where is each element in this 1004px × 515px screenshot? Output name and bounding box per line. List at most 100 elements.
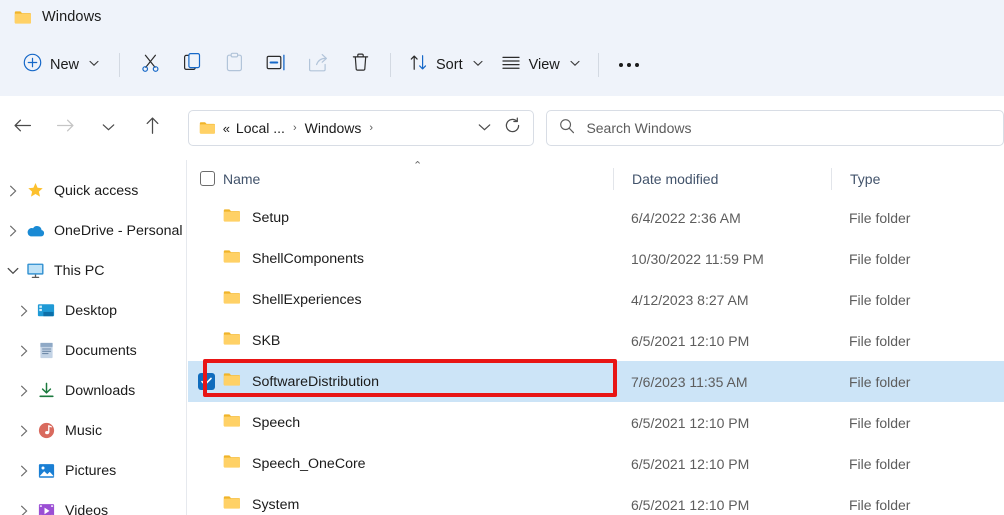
address-dropdown-button[interactable]: [471, 119, 497, 137]
row-name-label: Speech: [252, 415, 300, 431]
new-button-label: New: [50, 57, 79, 73]
documents-icon: [35, 342, 57, 360]
breadcrumb-separator[interactable]: ›: [361, 122, 381, 134]
breadcrumb-separator[interactable]: ›: [285, 122, 305, 134]
sidebar-item-music[interactable]: Music: [2, 415, 181, 446]
refresh-button[interactable]: [497, 117, 527, 139]
sidebar-item-label: Music: [65, 423, 102, 439]
title-bar: Windows: [0, 0, 1004, 34]
folder-icon: [223, 290, 241, 310]
select-all-checkbox[interactable]: [188, 171, 222, 186]
row-name-label: System: [252, 497, 299, 513]
arrow-left-icon: [13, 117, 32, 139]
row-type: File folder: [831, 497, 1004, 513]
rename-button[interactable]: [255, 47, 297, 83]
chevron-right-icon[interactable]: [2, 185, 24, 197]
search-input[interactable]: Search Windows: [586, 120, 691, 136]
table-row[interactable]: Setup 6/4/2022 2:36 AM File folder: [188, 197, 1004, 238]
share-icon: [307, 52, 329, 78]
sidebar-item-label: Desktop: [65, 303, 117, 319]
chevron-right-icon[interactable]: [13, 345, 35, 357]
sidebar-item-quick-access[interactable]: Quick access: [2, 175, 181, 206]
row-name-label: Setup: [252, 210, 289, 226]
row-type: File folder: [831, 210, 1004, 226]
chevron-right-icon[interactable]: [13, 505, 35, 515]
column-header-name[interactable]: Name: [222, 171, 613, 187]
sidebar-item-downloads[interactable]: Downloads: [2, 375, 181, 406]
table-row[interactable]: SKB 6/5/2021 12:10 PM File folder: [188, 320, 1004, 361]
row-name-label: Speech_OneCore: [252, 456, 366, 472]
table-row[interactable]: ShellComponents 10/30/2022 11:59 PM File…: [188, 238, 1004, 279]
search-icon: [559, 118, 575, 139]
sidebar-item-videos[interactable]: Videos: [2, 495, 181, 515]
chevron-down-icon: [570, 60, 580, 70]
folder-icon: [223, 413, 241, 433]
folder-icon: [14, 10, 32, 25]
row-checkbox[interactable]: [188, 373, 222, 390]
chevron-right-icon[interactable]: [2, 225, 24, 237]
row-date-modified: 4/12/2023 8:27 AM: [613, 292, 831, 308]
column-header-type[interactable]: Type: [831, 168, 1004, 190]
table-row[interactable]: System 6/5/2021 12:10 PM File folder: [188, 484, 1004, 515]
view-button-label: View: [529, 57, 560, 73]
sidebar-item-this-pc[interactable]: This PC: [2, 255, 181, 286]
videos-icon: [35, 502, 57, 515]
folder-icon: [223, 331, 241, 351]
toolbar-divider: [119, 53, 120, 77]
row-date-modified: 6/5/2021 12:10 PM: [613, 415, 831, 431]
sort-button[interactable]: Sort: [400, 47, 492, 83]
chevron-right-icon[interactable]: [13, 425, 35, 437]
cut-button[interactable]: [129, 47, 171, 83]
recent-locations-button[interactable]: [94, 113, 123, 143]
table-row[interactable]: Speech_OneCore 6/5/2021 12:10 PM File fo…: [188, 443, 1004, 484]
folder-icon: [223, 208, 241, 228]
chevron-right-icon[interactable]: [13, 305, 35, 317]
toolbar-divider-3: [598, 53, 599, 77]
copy-button[interactable]: [171, 47, 213, 83]
new-button[interactable]: New: [14, 47, 110, 83]
chevron-down-icon[interactable]: [2, 267, 24, 275]
scissors-icon: [140, 52, 161, 78]
table-row[interactable]: Speech 6/5/2021 12:10 PM File folder: [188, 402, 1004, 443]
sidebar-item-desktop[interactable]: Desktop: [2, 295, 181, 326]
pictures-icon: [35, 462, 57, 480]
sidebar-item-label: OneDrive - Personal: [54, 223, 183, 239]
row-date-modified: 10/30/2022 11:59 PM: [613, 251, 831, 267]
sidebar-item-label: Quick access: [54, 183, 138, 199]
row-name-cell: Speech: [222, 413, 613, 433]
chevron-down-icon: [102, 119, 115, 137]
delete-button[interactable]: [339, 47, 381, 83]
checkbox-icon: [200, 171, 215, 186]
file-explorer-window: Windows New: [0, 0, 1004, 515]
download-icon: [35, 382, 57, 400]
row-type: File folder: [831, 251, 1004, 267]
column-header-date-modified[interactable]: Date modified: [613, 168, 831, 190]
ellipsis-icon: [619, 63, 639, 67]
breadcrumb-overflow[interactable]: «: [223, 121, 236, 136]
more-options-button[interactable]: [608, 47, 650, 83]
breadcrumb-item-local[interactable]: Local ...: [236, 120, 285, 136]
table-row-selected[interactable]: SoftwareDistribution 7/6/2023 11:35 AM F…: [188, 361, 1004, 402]
view-button[interactable]: View: [492, 47, 589, 83]
search-box[interactable]: Search Windows: [546, 110, 1004, 146]
up-button[interactable]: [138, 113, 167, 143]
navigation-pane: Quick access OneDrive - Personal: [0, 160, 187, 515]
folder-icon: [223, 454, 241, 474]
breadcrumb-item-windows[interactable]: Windows: [305, 120, 362, 136]
chevron-right-icon[interactable]: [13, 465, 35, 477]
sidebar-item-documents[interactable]: Documents: [2, 335, 181, 366]
sidebar-item-pictures[interactable]: Pictures: [2, 455, 181, 486]
share-button: [297, 47, 339, 83]
sidebar-item-onedrive[interactable]: OneDrive - Personal: [2, 215, 181, 246]
row-type: File folder: [831, 456, 1004, 472]
table-row[interactable]: ShellExperiences 4/12/2023 8:27 AM File …: [188, 279, 1004, 320]
sidebar-item-label: Videos: [65, 503, 108, 515]
chevron-right-icon[interactable]: [13, 385, 35, 397]
plus-circle-icon: [23, 53, 42, 77]
address-bar[interactable]: « Local ... › Windows ›: [188, 110, 535, 146]
back-button[interactable]: [8, 113, 37, 143]
chevron-down-icon: [478, 119, 491, 137]
row-type: File folder: [831, 292, 1004, 308]
row-type: File folder: [831, 374, 1004, 390]
forward-button: [51, 113, 80, 143]
